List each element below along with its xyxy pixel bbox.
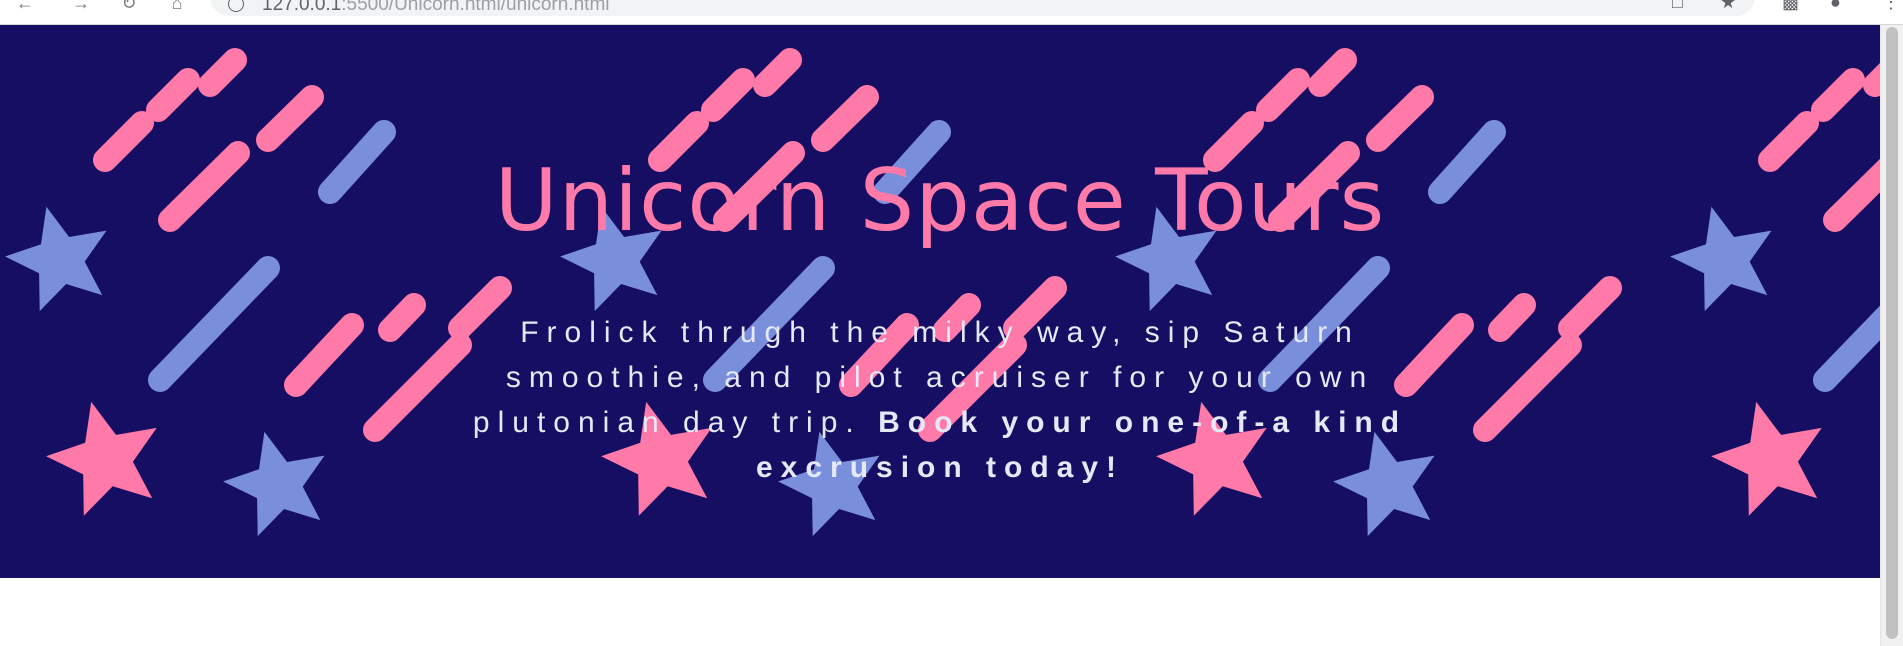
profile-icon[interactable]: ● [1830,0,1841,13]
star-shape [1711,401,1822,516]
shooting-star-streak [146,68,200,122]
star-shape [223,431,325,537]
hero-description: Frolick thrugh the milky way, sip Saturn… [440,310,1440,490]
bookmark-star-icon[interactable]: ★ [1720,0,1736,13]
shooting-star-streak [1488,293,1536,342]
shooting-star-streak [1308,48,1357,97]
shooting-star-streak [198,48,247,97]
forward-arrow-icon[interactable]: → [70,0,92,14]
page-scrollbar[interactable] [1880,25,1903,646]
site-info-icon[interactable] [228,0,244,12]
shooting-stars-background [5,48,1880,537]
back-arrow-icon[interactable]: ← [14,0,36,14]
extensions-icon[interactable]: ▩ [1782,0,1799,13]
install-icon[interactable]: □ [1672,0,1683,13]
shooting-star-streak [811,85,879,152]
star-shape [46,401,157,516]
shooting-star-streak [1558,276,1622,340]
shooting-star-streak [753,48,802,97]
menu-icon[interactable]: ⋮ [1882,0,1900,13]
shooting-star-streak [1256,68,1310,122]
shooting-star-streak [1813,305,1880,392]
reload-icon[interactable]: ↻ [118,0,140,14]
address-bar[interactable]: 127.0.0.1:5500/Unicorn.html/unicorn.html [210,0,1755,16]
shooting-star-streak [148,256,280,392]
shooting-star-streak [284,313,364,397]
shooting-star-streak [1473,333,1582,442]
shooting-star-streak [1366,85,1434,152]
hero-banner: Unicorn Space Tours Frolick thrugh the m… [0,25,1880,578]
url-text: 127.0.0.1:5500/Unicorn.html/unicorn.html [262,0,610,15]
browser-toolbar: ← → ↻ ⌂ 127.0.0.1:5500/Unicorn.html/unic… [0,0,1903,25]
shooting-star-streak [378,293,426,342]
scrollbar-thumb[interactable] [1886,27,1898,639]
shooting-star-streak [256,85,324,152]
shooting-star-streak [701,68,755,122]
page-title: Unicorn Space Tours [494,151,1386,251]
shooting-star-streak [1811,68,1865,122]
home-icon[interactable]: ⌂ [166,0,188,14]
